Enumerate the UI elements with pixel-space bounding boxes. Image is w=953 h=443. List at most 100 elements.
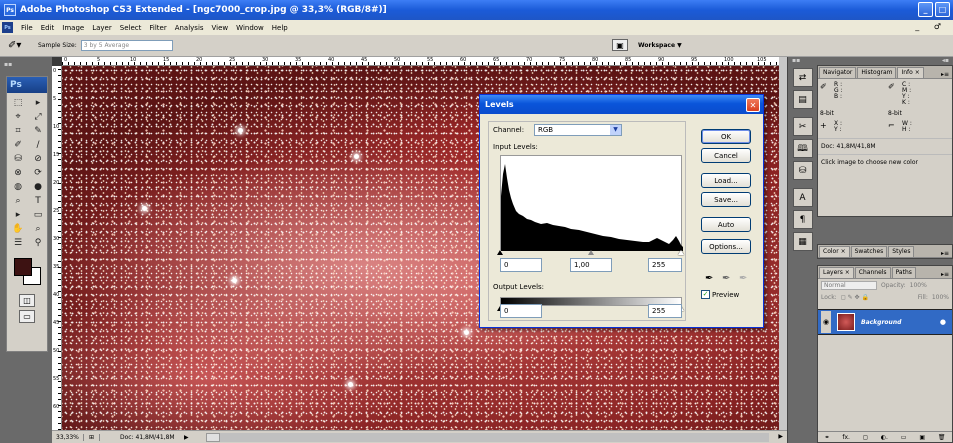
input-levels-slider[interactable] — [497, 250, 684, 255]
tool-button-12[interactable]: ◍ — [9, 180, 27, 193]
vertical-ruler[interactable]: 0 5 10 15 20 25 30 35 40 45 50 55 60 — [52, 66, 62, 430]
status-menu-arrow-icon[interactable]: ▶ — [184, 434, 206, 441]
menu-help[interactable]: Help — [268, 24, 292, 32]
panel-strip-icon-1[interactable]: ▤ — [792, 90, 813, 109]
channel-select[interactable]: RGB ▼ — [534, 124, 622, 136]
menu-file[interactable]: File — [17, 24, 37, 32]
input-white-slider[interactable] — [678, 250, 684, 255]
panel-menu-icon[interactable]: ▸≡ — [941, 271, 952, 278]
menu-analysis[interactable]: Analysis — [171, 24, 208, 32]
document-window-controls[interactable]: _ ♂ — [915, 22, 947, 31]
output-black-field[interactable]: 0 — [500, 304, 542, 318]
layers-footer-icon-5[interactable]: ▣ — [919, 434, 925, 441]
tab-paths[interactable]: Paths — [891, 267, 916, 278]
menu-view[interactable]: View — [208, 24, 233, 32]
menu-filter[interactable]: Filter — [145, 24, 170, 32]
tool-button-15[interactable]: T — [29, 194, 47, 207]
scroll-right-icon[interactable]: ▶ — [778, 433, 783, 440]
workspace-menu[interactable]: Workspace ▼ — [638, 42, 682, 49]
quick-mask-icon[interactable]: ◫ — [19, 294, 35, 307]
tab-swatches[interactable]: Swatches — [850, 246, 888, 257]
layers-footer-icon-3[interactable]: ◐. — [881, 434, 888, 441]
panel-strip-icon-5[interactable]: A — [792, 188, 813, 207]
bridge-icon[interactable]: ▣ — [612, 39, 628, 51]
tab-info[interactable]: Info × — [897, 67, 924, 78]
lock-icons[interactable]: ◻ ✎ ✥ 🔒 — [841, 294, 869, 301]
tool-button-7[interactable]: ∕ — [29, 138, 47, 151]
preview-checkbox[interactable]: ✓ — [701, 290, 710, 299]
preview-option[interactable]: ✓ Preview — [701, 290, 739, 299]
panel-strip-icon-4[interactable]: ⛁ — [792, 161, 813, 180]
tool-button-20[interactable]: ☰ — [9, 236, 27, 249]
tool-button-19[interactable]: ⌕ — [29, 222, 47, 235]
dock-grip[interactable]: ▪▪ — [4, 61, 12, 68]
input-gamma-slider[interactable] — [588, 250, 594, 255]
layers-footer-icon-4[interactable]: ▭ — [901, 434, 907, 441]
auto-button[interactable]: Auto — [701, 217, 751, 232]
tool-button-18[interactable]: ✋ — [9, 222, 27, 235]
menu-image[interactable]: Image — [58, 24, 88, 32]
visibility-eye-icon[interactable]: ◉ — [821, 311, 831, 333]
tool-button-14[interactable]: ⌕ — [9, 194, 27, 207]
document-icon[interactable]: Ps — [2, 22, 13, 33]
input-black-slider[interactable] — [497, 250, 503, 255]
tool-button-3[interactable]: ⤢ — [29, 110, 47, 123]
tool-button-6[interactable]: ✐ — [9, 138, 27, 151]
vertical-scrollbar[interactable] — [779, 57, 787, 430]
tool-button-9[interactable]: ⊘ — [29, 152, 47, 165]
panel-strip-icon-6[interactable]: ¶ — [792, 210, 813, 229]
chevron-down-icon[interactable]: ▼ — [610, 125, 621, 135]
panel-strip-icon-3[interactable]: 🕮 — [792, 139, 813, 158]
maximize-button[interactable]: □ — [935, 2, 950, 17]
gray-eyedropper-icon[interactable]: ✒ — [722, 273, 730, 284]
panel-strip-icon-7[interactable]: ▦ — [792, 232, 813, 251]
menu-window[interactable]: Window — [232, 24, 268, 32]
menu-layer[interactable]: Layer — [88, 24, 116, 32]
tool-button-5[interactable]: ✎ — [29, 124, 47, 137]
tool-button-1[interactable]: ▸ — [29, 96, 47, 109]
load-button[interactable]: Load... — [701, 173, 751, 188]
tab-styles[interactable]: Styles — [888, 246, 915, 257]
tool-button-21[interactable]: ⚲ — [29, 236, 47, 249]
menu-edit[interactable]: Edit — [37, 24, 59, 32]
tab-histogram[interactable]: Histogram — [857, 67, 897, 78]
tool-button-16[interactable]: ▸ — [9, 208, 27, 221]
tool-button-0[interactable]: ⬚ — [9, 96, 27, 109]
sample-size-select[interactable]: 3 by 5 Average — [80, 40, 173, 51]
levels-title-bar[interactable]: Levels — [480, 95, 763, 114]
menu-select[interactable]: Select — [116, 24, 146, 32]
panel-strip-icon-2[interactable]: ✂ — [792, 117, 813, 136]
tab-navigator[interactable]: Navigator — [819, 67, 857, 78]
fill-value[interactable]: 100% — [932, 294, 949, 301]
cancel-button[interactable]: Cancel — [701, 148, 751, 163]
tab-color[interactable]: Color × — [819, 246, 850, 257]
eyedropper-tool-preset-icon[interactable]: ✐▾ — [8, 39, 26, 53]
opacity-value[interactable]: 100% — [910, 282, 927, 289]
horizontal-scrollbar[interactable]: ▶ — [206, 432, 783, 442]
window-title-bar[interactable]: Ps Adobe Photoshop CS3 Extended - [ngc70… — [0, 0, 953, 20]
zoom-level[interactable]: 33,33% — [52, 433, 84, 441]
close-icon[interactable]: ✕ — [746, 98, 760, 112]
tool-button-13[interactable]: ● — [29, 180, 47, 193]
status-info-icon[interactable]: ⊞ — [84, 433, 100, 441]
tool-button-2[interactable]: ⌖ — [9, 110, 27, 123]
layers-footer-icon-1[interactable]: fx. — [842, 434, 850, 441]
input-black-field[interactable]: 0 — [500, 258, 542, 272]
tab-layers[interactable]: Layers × — [819, 267, 854, 278]
minimize-button[interactable]: _ — [918, 2, 933, 17]
screen-mode-icon[interactable]: ▭ — [19, 310, 35, 323]
panel-dock-grip[interactable]: ◂▪ — [817, 57, 953, 65]
layer-row-background[interactable]: ◉ Background ● — [818, 309, 952, 335]
save-button[interactable]: Save... — [701, 192, 751, 207]
horizontal-ruler[interactable]: 0 5 10 15 20 25 30 35 40 45 50 55 60 65 70 75 80 85 90 95 10… — [62, 57, 779, 66]
tool-button-11[interactable]: ⟳ — [29, 166, 47, 179]
foreground-color-swatch[interactable] — [14, 258, 32, 276]
ok-button[interactable]: OK — [701, 129, 751, 144]
layers-footer-icon-2[interactable]: ◻ — [863, 434, 868, 441]
panel-menu-icon[interactable]: ▸≡ — [941, 71, 952, 78]
tool-button-17[interactable]: ▭ — [29, 208, 47, 221]
strip-grip[interactable]: ▪▪ — [788, 57, 814, 65]
options-button[interactable]: Options... — [701, 239, 751, 254]
input-white-field[interactable]: 255 — [648, 258, 682, 272]
panel-menu-icon[interactable]: ▸≡ — [941, 250, 952, 257]
